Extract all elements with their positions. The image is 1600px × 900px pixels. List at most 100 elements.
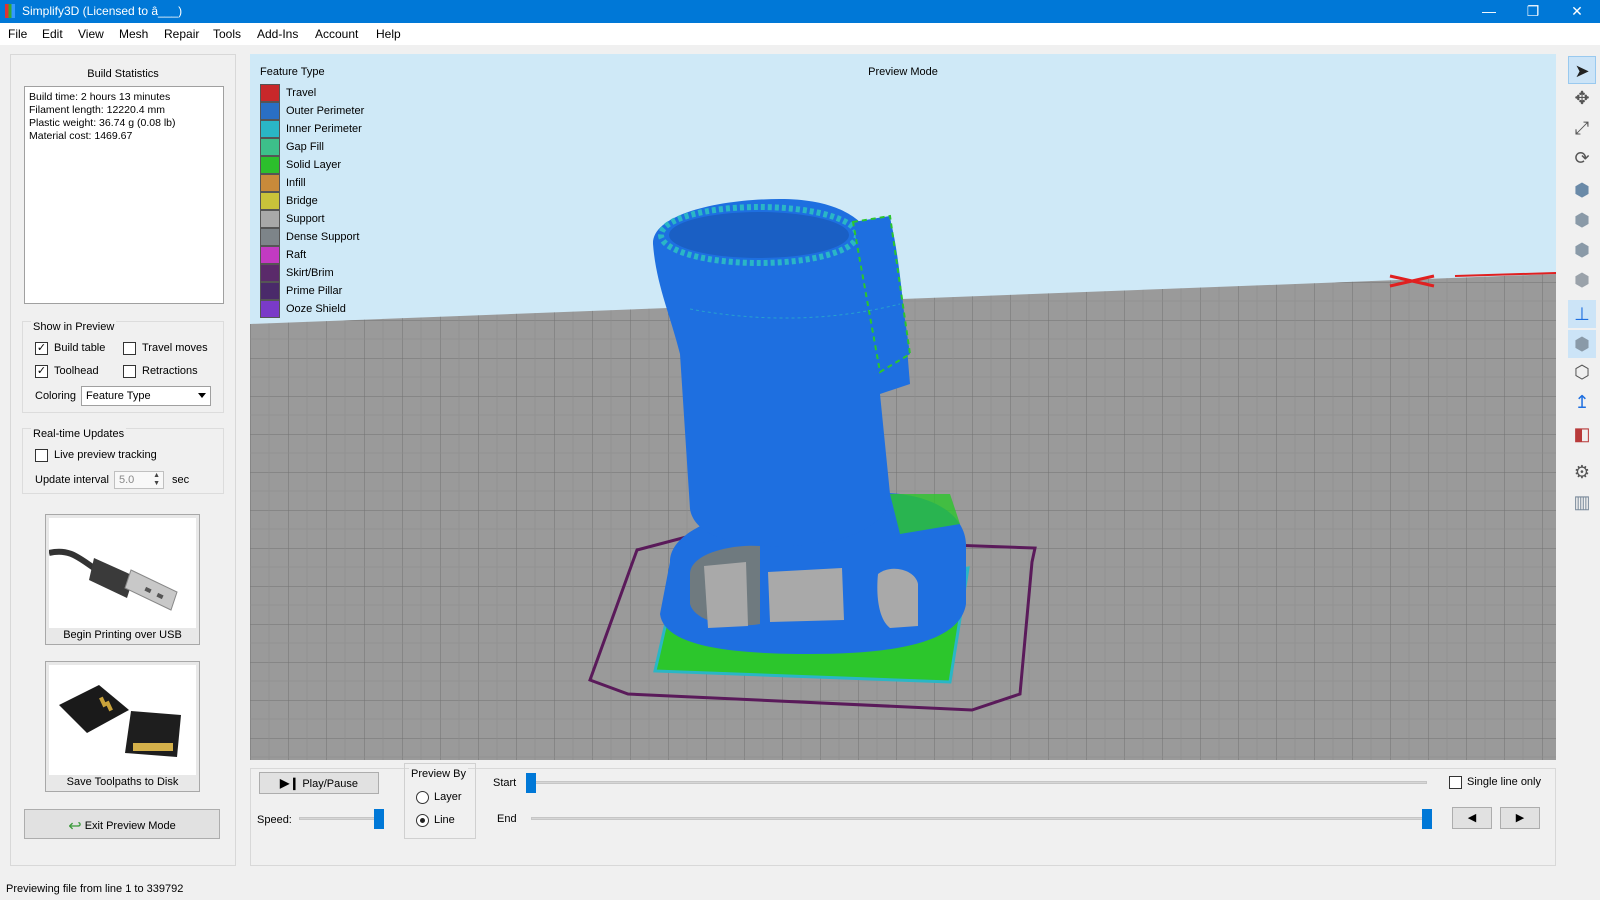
menu-help[interactable]: Help (376, 27, 401, 41)
legend-swatch (260, 246, 280, 264)
legend-label: Skirt/Brim (286, 267, 334, 279)
view-top-icon[interactable]: ⬢ (1568, 266, 1596, 294)
end-slider-track[interactable] (531, 817, 1427, 820)
close-button[interactable]: ✕ (1554, 0, 1600, 23)
legend-label: Infill (286, 177, 306, 189)
toolhead-checkbox[interactable]: ✓ (35, 365, 48, 378)
rotate-tool-icon[interactable]: ⟳ (1568, 144, 1596, 172)
save-to-disk-button[interactable]: Save Toolpaths to Disk (45, 661, 200, 792)
build-table-checkbox[interactable]: ✓ (35, 342, 48, 355)
print-usb-button[interactable]: Begin Printing over USB (45, 514, 200, 645)
move-tool-icon[interactable]: ✥ (1568, 84, 1596, 112)
speed-slider-track[interactable] (299, 817, 379, 820)
menu-account[interactable]: Account (315, 27, 358, 41)
toolhead-label: Toolhead (54, 365, 99, 377)
legend-swatch (260, 282, 280, 300)
retractions-label: Retractions (142, 365, 198, 377)
show-in-preview-group: Show in Preview ✓ Build table Travel mov… (22, 321, 224, 413)
view-front-icon[interactable]: ⬢ (1568, 206, 1596, 234)
live-tracking-checkbox[interactable] (35, 449, 48, 462)
exit-preview-button[interactable]: ↩ Exit Preview Mode (24, 809, 220, 839)
legend-swatch (260, 192, 280, 210)
exit-preview-label: Exit Preview Mode (84, 820, 176, 832)
spinner-arrows-icon[interactable]: ▲ ▼ (153, 472, 160, 488)
scale-tool-icon[interactable]: ⤢ (1568, 114, 1596, 142)
view-iso-icon[interactable]: ⬢ (1568, 176, 1596, 204)
step-back-button[interactable]: ◀ (1452, 807, 1492, 829)
travel-moves-label: Travel moves (142, 342, 208, 354)
minimize-button[interactable]: — (1466, 0, 1512, 23)
menu-tools[interactable]: Tools (213, 27, 241, 41)
toolpath-render (250, 199, 1556, 760)
build-stats-title: Build Statistics (87, 68, 159, 80)
axes-icon[interactable]: ⊥ (1568, 300, 1596, 328)
cross-section-icon[interactable]: ◧ (1568, 420, 1596, 448)
start-slider-track[interactable] (531, 781, 1427, 784)
play-pause-button[interactable]: ▶❙ Play/Pause (259, 772, 379, 794)
app-icon (5, 4, 15, 18)
legend-swatch (260, 228, 280, 246)
start-slider-handle[interactable] (526, 773, 536, 793)
step-forward-button[interactable]: ▶ (1500, 807, 1540, 829)
sd-cards-image (49, 665, 196, 775)
play-pause-label: Play/Pause (302, 778, 358, 790)
legend-label: Support (286, 213, 325, 225)
travel-moves-checkbox[interactable] (123, 342, 136, 355)
update-interval-spinner[interactable]: 5.0 ▲ ▼ (114, 471, 164, 489)
window-title: Simplify3D (Licensed to â___) (22, 4, 183, 18)
wireframe-icon[interactable]: ⬡ (1568, 358, 1596, 386)
legend-label: Dense Support (286, 231, 360, 243)
menu-repair[interactable]: Repair (164, 27, 199, 41)
retractions-checkbox[interactable] (123, 365, 136, 378)
update-interval-unit: sec (172, 474, 190, 486)
legend-label: Raft (286, 249, 307, 261)
status-text: Previewing file from line 1 to 339792 (6, 883, 184, 895)
menu-edit[interactable]: Edit (42, 27, 63, 41)
select-tool-icon[interactable]: ➤ (1568, 56, 1596, 84)
step-back-icon: ◀ (1467, 812, 1477, 824)
update-interval-value: 5.0 (119, 474, 135, 486)
update-interval-label: Update interval (35, 474, 109, 486)
line-radio-label: Line (434, 814, 455, 826)
layer-radio-label: Layer (434, 791, 462, 803)
build-stats-box[interactable]: Build time: 2 hours 13 minutes Filament … (24, 86, 224, 304)
legend-swatch (260, 138, 280, 156)
back-arrow-icon: ↩ (68, 818, 82, 835)
show-in-preview-title: Show in Preview (31, 321, 117, 333)
preview-viewport[interactable]: Feature Type Preview Mode Travel Outer Pe… (250, 54, 1556, 760)
end-slider-handle[interactable] (1422, 809, 1432, 829)
view-side-icon[interactable]: ⬢ (1568, 236, 1596, 264)
legend-label: Travel (286, 87, 317, 99)
line-radio[interactable] (416, 814, 429, 827)
print-usb-label: Begin Printing over USB (63, 629, 182, 641)
supports-icon[interactable]: ▥ (1568, 488, 1596, 516)
legend-swatch (260, 156, 280, 174)
menu-mesh[interactable]: Mesh (119, 27, 148, 41)
menu-add-ins[interactable]: Add-Ins (257, 27, 298, 41)
menu-file[interactable]: File (8, 27, 27, 41)
gear-icon[interactable]: ⚙ (1568, 458, 1596, 486)
legend-swatch (260, 300, 280, 318)
end-label: End (497, 813, 517, 825)
coloring-select[interactable]: Feature Type (81, 386, 211, 406)
layer-radio[interactable] (416, 791, 429, 804)
coloring-value: Feature Type (86, 390, 151, 402)
legend-label: Solid Layer (286, 159, 342, 171)
menu-bar: File Edit View Mesh Repair Tools Add-Ins… (0, 23, 1600, 45)
normals-icon[interactable]: ↥ (1568, 388, 1596, 416)
solid-view-icon[interactable]: ⬢ (1568, 330, 1596, 358)
speed-label: Speed: (257, 814, 292, 826)
right-toolbar: ➤ ✥ ⤢ ⟳ ⬢ ⬢ ⬢ ⬢ ⊥ ⬢ ⬡ ↥ ◧ ⚙ ▥ (1566, 54, 1600, 866)
menu-view[interactable]: View (78, 27, 104, 41)
play-pause-icon: ▶❙ (279, 776, 300, 790)
stat-filament-length: Filament length: 12220.4 mm (29, 104, 165, 116)
legend-swatch (260, 84, 280, 102)
maximize-button[interactable]: ❐ (1510, 0, 1556, 23)
speed-slider-handle[interactable] (374, 809, 384, 829)
coloring-label: Coloring (35, 390, 76, 402)
legend-label: Inner Perimeter (286, 123, 362, 135)
legend-swatch (260, 264, 280, 282)
preview-mode-label: Preview Mode (868, 66, 938, 78)
step-forward-icon: ▶ (1515, 812, 1525, 824)
single-line-checkbox[interactable] (1449, 776, 1462, 789)
